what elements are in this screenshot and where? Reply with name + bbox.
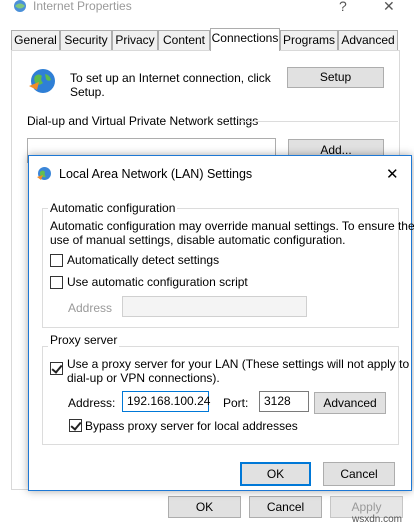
auto-config-description-line2: use of manual settings, disable automati… [50,233,346,247]
use-proxy-label-line1: Use a proxy server for your LAN (These s… [67,357,410,371]
bypass-local-checkbox[interactable] [69,419,82,432]
proxy-port-label: Port: [223,396,249,410]
vpn-divider [240,121,398,122]
proxy-port-input[interactable]: 3128 [259,391,309,412]
script-address-input[interactable] [122,296,307,317]
watermark: wsxdn.com [352,514,403,525]
use-proxy-checkbox[interactable] [50,362,63,375]
dialog-icon [37,166,52,181]
tab-content[interactable]: Content [158,30,210,50]
tab-general[interactable]: General [11,30,60,50]
tab-privacy[interactable]: Privacy [112,30,158,50]
main-ok-button[interactable]: OK [168,496,241,518]
bypass-local-label: Bypass proxy server for local addresses [85,419,298,433]
proxy-address-input[interactable]: 192.168.100.24 [122,391,210,412]
setup-button[interactable]: Setup [287,67,384,88]
main-cancel-button[interactable]: Cancel [249,496,322,518]
tab-connections[interactable]: Connections [210,28,280,51]
window-icon [13,0,27,12]
tab-programs[interactable]: Programs [280,30,338,50]
auto-detect-label: Automatically detect settings [67,253,220,267]
use-script-checkbox[interactable] [50,276,63,289]
vpn-section-label: Dial-up and Virtual Private Network sett… [27,114,259,128]
auto-config-heading: Automatic configuration [48,201,178,215]
help-icon[interactable]: ? [339,0,347,14]
dialog-title: Local Area Network (LAN) Settings [59,167,253,181]
setup-text-line2: Setup. [70,85,105,99]
use-script-label: Use automatic configuration script [67,275,248,289]
script-address-label: Address [68,301,113,315]
lan-settings-dialog: Local Area Network (LAN) Settings ✕ Auto… [28,155,414,491]
globe-icon [27,66,59,96]
tab-advanced[interactable]: Advanced [338,30,398,50]
close-icon[interactable]: ✕ [383,0,395,15]
proxy-address-label: Address: [68,396,116,410]
tab-security[interactable]: Security [60,30,112,50]
window-title: Internet Properties [33,0,132,13]
proxy-heading: Proxy server [48,333,120,347]
dialog-close-icon[interactable]: ✕ [386,165,399,183]
lan-cancel-button[interactable]: Cancel [323,462,395,486]
auto-detect-checkbox[interactable] [50,254,63,267]
advanced-button[interactable]: Advanced [314,392,386,414]
use-proxy-label-line2: dial-up or VPN connections). [67,371,220,385]
auto-config-description-line1: Automatic configuration may override man… [50,219,414,233]
lan-ok-button[interactable]: OK [240,462,311,486]
setup-text-line1: To set up an Internet connection, click [70,71,271,85]
